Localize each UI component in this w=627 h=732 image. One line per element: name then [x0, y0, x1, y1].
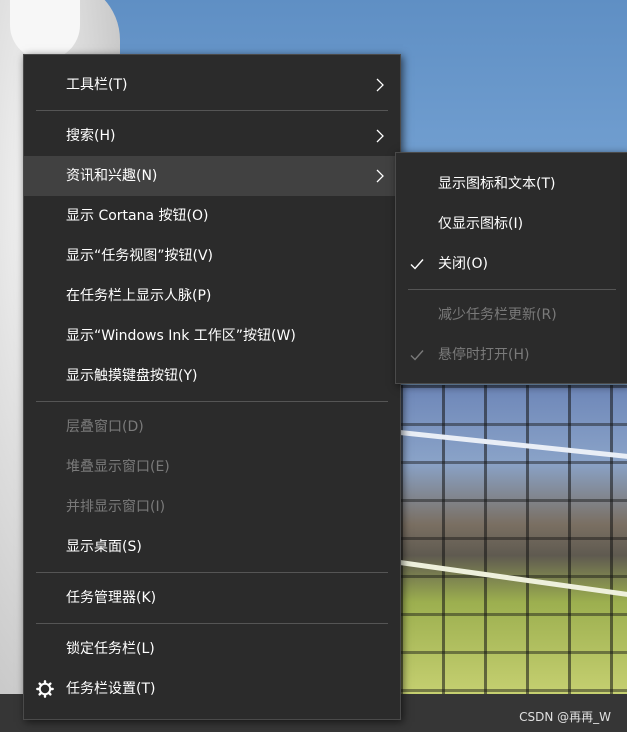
news-interests-submenu: 显示图标和文本(T) 仅显示图标(I) 关闭(O) 减少任务栏更新(R) 悬停时… [395, 152, 627, 384]
menu-item-cascade-windows: 层叠窗口(D) [24, 407, 400, 447]
menu-separator [36, 623, 388, 624]
checkmark-icon [410, 350, 424, 361]
taskbar-context-menu: 工具栏(T) 搜索(H) 资讯和兴趣(N) 显示 Cortana 按钮(O) 显… [23, 54, 401, 720]
menu-item-toolbars[interactable]: 工具栏(T) [24, 65, 400, 105]
chevron-right-icon [376, 169, 384, 183]
menu-item-label: 显示触摸键盘按钮(Y) [66, 368, 198, 384]
menu-item-show-desktop[interactable]: 显示桌面(S) [24, 527, 400, 567]
menu-item-label: 显示桌面(S) [66, 539, 142, 555]
gear-icon [36, 680, 54, 698]
menu-item-label: 工具栏(T) [66, 77, 128, 93]
menu-item-label: 并排显示窗口(I) [66, 499, 166, 515]
submenu-item-reduce-updates: 减少任务栏更新(R) [396, 295, 627, 335]
menu-item-side-by-side: 并排显示窗口(I) [24, 487, 400, 527]
menu-item-label: 搜索(H) [66, 128, 116, 144]
menu-item-show-people[interactable]: 在任务栏上显示人脉(P) [24, 276, 400, 316]
menu-item-taskbar-settings[interactable]: 任务栏设置(T) [24, 669, 400, 709]
chevron-right-icon [376, 129, 384, 143]
submenu-separator [408, 289, 616, 290]
menu-item-stack-windows: 堆叠显示窗口(E) [24, 447, 400, 487]
menu-separator [36, 572, 388, 573]
menu-item-show-cortana[interactable]: 显示 Cortana 按钮(O) [24, 196, 400, 236]
menu-item-label: 显示 Cortana 按钮(O) [66, 208, 209, 224]
menu-item-label: 锁定任务栏(L) [66, 641, 155, 657]
menu-item-show-touch-keyboard[interactable]: 显示触摸键盘按钮(Y) [24, 356, 400, 396]
chevron-right-icon [376, 78, 384, 92]
menu-item-lock-taskbar[interactable]: 锁定任务栏(L) [24, 629, 400, 669]
menu-item-task-manager[interactable]: 任务管理器(K) [24, 578, 400, 618]
submenu-item-label: 悬停时打开(H) [438, 347, 530, 363]
watermark-text: CSDN @再再_W [519, 710, 611, 724]
submenu-item-label: 仅显示图标(I) [438, 216, 524, 232]
menu-item-label: 任务管理器(K) [66, 590, 157, 606]
menu-item-news-interests[interactable]: 资讯和兴趣(N) [24, 156, 400, 196]
submenu-item-show-icon-only[interactable]: 仅显示图标(I) [396, 204, 627, 244]
submenu-item-open-on-hover: 悬停时打开(H) [396, 335, 627, 375]
menu-item-label: 资讯和兴趣(N) [66, 168, 158, 184]
checkmark-icon [410, 259, 424, 270]
menu-separator [36, 401, 388, 402]
menu-item-show-task-view[interactable]: 显示“任务视图”按钮(V) [24, 236, 400, 276]
menu-separator [36, 110, 388, 111]
menu-item-label: 堆叠显示窗口(E) [66, 459, 170, 475]
submenu-item-label: 关闭(O) [438, 256, 488, 272]
menu-item-label: 任务栏设置(T) [66, 681, 156, 697]
menu-item-label: 在任务栏上显示人脉(P) [66, 288, 212, 304]
submenu-item-label: 显示图标和文本(T) [438, 176, 556, 192]
menu-item-label: 层叠窗口(D) [66, 419, 144, 435]
submenu-item-turn-off[interactable]: 关闭(O) [396, 244, 627, 284]
menu-item-show-windows-ink[interactable]: 显示“Windows Ink 工作区”按钮(W) [24, 316, 400, 356]
fence-net [400, 385, 627, 695]
menu-item-label: 显示“任务视图”按钮(V) [66, 248, 214, 264]
submenu-item-label: 减少任务栏更新(R) [438, 307, 557, 323]
menu-item-label: 显示“Windows Ink 工作区”按钮(W) [66, 328, 296, 344]
submenu-item-show-icon-and-text[interactable]: 显示图标和文本(T) [396, 164, 627, 204]
menu-item-search[interactable]: 搜索(H) [24, 116, 400, 156]
